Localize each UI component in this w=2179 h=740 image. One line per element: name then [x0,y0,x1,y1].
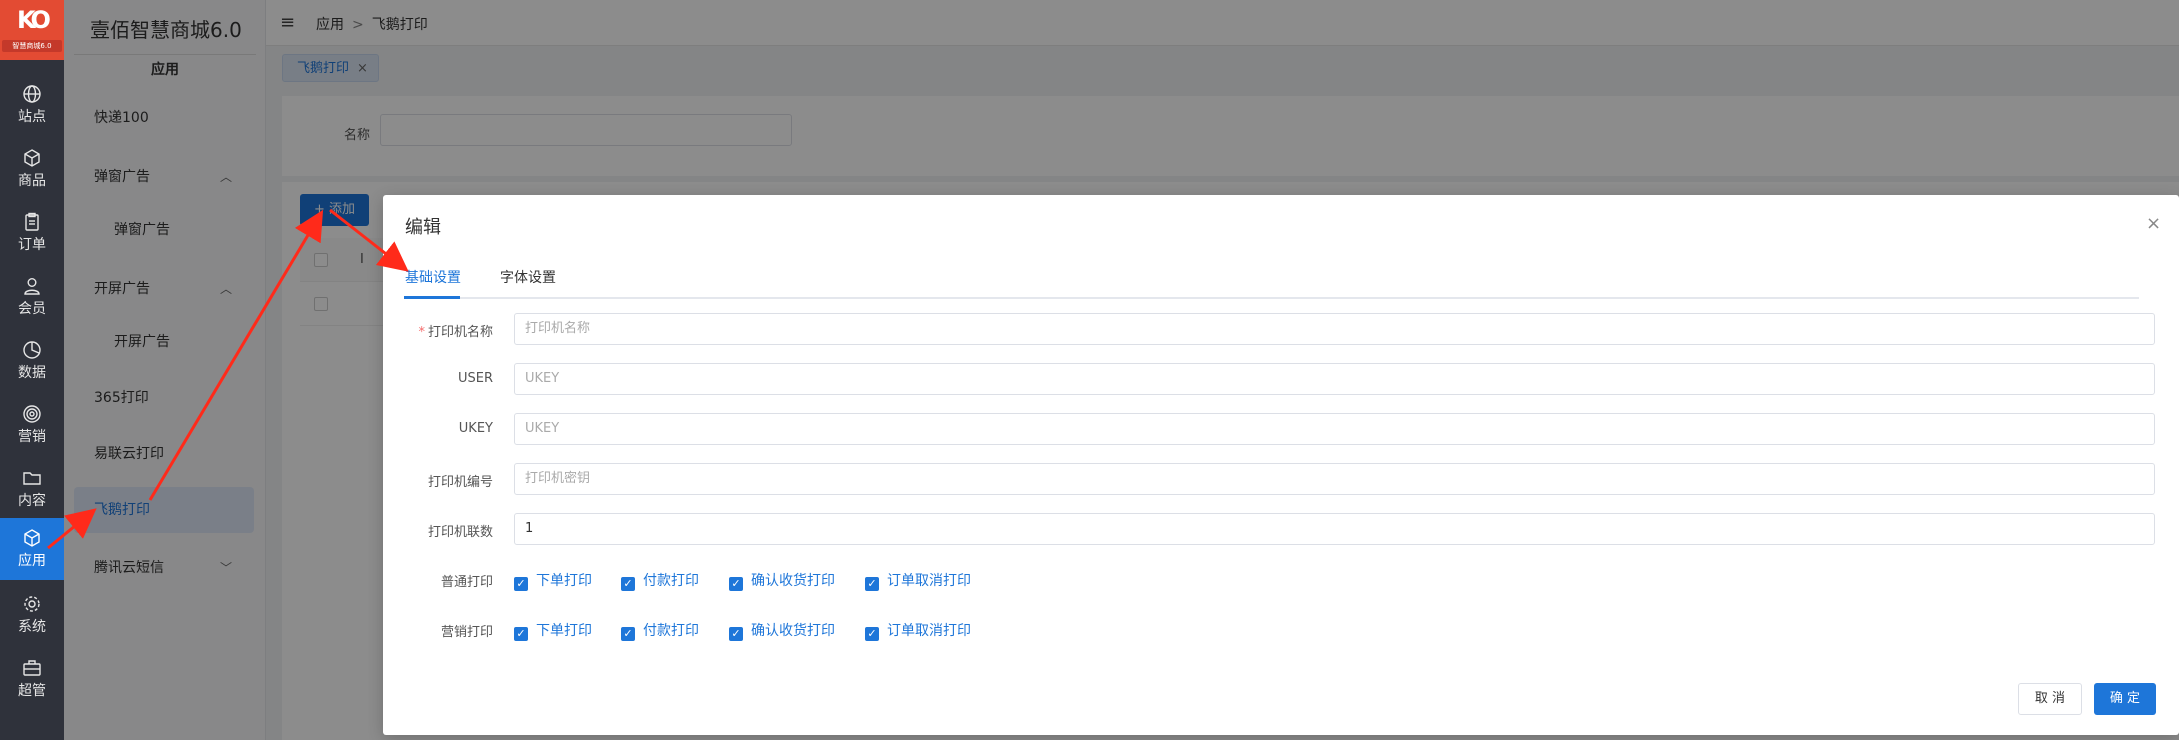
rail-item-apps[interactable]: 应用 [0,518,64,580]
tab-basic-settings[interactable]: 基础设置 [405,267,461,287]
check-icon: ✓ [729,577,743,591]
print-copies-label: 打印机联数 [427,525,493,540]
normal-print-payment-checkbox[interactable]: ✓ 付款打印 [621,570,699,591]
check-icon: ✓ [729,627,743,641]
clipboard-icon [22,212,42,232]
app-logo[interactable]: KO 智慧商城6.0 [0,0,64,60]
rail-label: 系统 [18,619,46,635]
printer-number-placeholder: 打印机密钥 [525,471,591,486]
target-icon [22,404,42,424]
rail-item-data[interactable]: 数据 [0,330,64,392]
user-input[interactable]: UKEY [514,363,2155,395]
normal-print-cancel-checkbox[interactable]: ✓ 订单取消打印 [865,570,971,591]
check-icon: ✓ [514,577,528,591]
printer-number-label: 打印机编号 [427,475,493,490]
ukey-placeholder: UKEY [525,421,560,436]
edit-dialog: 编辑 × 基础设置 字体设置 * 打印机名称 打印机名称 USER UKEY UK… [383,195,2179,735]
tab-divider [404,297,2139,299]
required-mark: * [418,325,425,340]
normal-print-receipt-checkbox[interactable]: ✓ 确认收货打印 [729,570,835,591]
pie-chart-icon [22,340,42,360]
briefcase-icon [22,658,42,678]
rail-label: 超管 [18,683,46,699]
printer-number-input[interactable]: 打印机密钥 [514,463,2155,495]
marketing-print-label: 营销打印 [440,625,493,640]
box-icon [22,148,42,168]
rail-label: 数据 [18,365,46,381]
rail-item-members[interactable]: 会员 [0,266,64,328]
rail-label: 订单 [18,237,46,253]
marketing-print-order-checkbox[interactable]: ✓ 下单打印 [514,620,592,641]
check-icon: ✓ [621,627,635,641]
normal-print-order-checkbox[interactable]: ✓ 下单打印 [514,570,592,591]
rail-item-goods[interactable]: 商品 [0,138,64,200]
rail-label: 商品 [18,173,46,189]
cube-icon [22,528,42,548]
confirm-button[interactable]: 确 定 [2094,683,2156,715]
rail-label: 应用 [18,553,46,569]
rail-label: 内容 [18,493,46,509]
rail-label: 营销 [18,429,46,445]
normal-print-label: 普通打印 [440,575,493,590]
user-placeholder: UKEY [525,371,560,386]
tab-font-settings[interactable]: 字体设置 [500,267,556,287]
cancel-button[interactable]: 取 消 [2018,683,2082,715]
rail-item-superadmin[interactable]: 超管 [0,648,64,710]
ukey-input[interactable]: UKEY [514,413,2155,445]
user-label: USER [457,371,493,386]
check-icon: ✓ [621,577,635,591]
rail-label: 会员 [18,301,46,317]
printer-name-label: * 打印机名称 [418,325,493,340]
globe-icon [22,84,42,104]
rail-label: 站点 [18,109,46,125]
marketing-print-payment-checkbox[interactable]: ✓ 付款打印 [621,620,699,641]
marketing-print-cancel-checkbox[interactable]: ✓ 订单取消打印 [865,620,971,641]
rail-item-content[interactable]: 内容 [0,458,64,520]
user-icon [22,276,42,296]
marketing-print-receipt-checkbox[interactable]: ✓ 确认收货打印 [729,620,835,641]
logo-mark-icon: KO [17,6,51,34]
tab-active-indicator [404,296,460,299]
close-icon[interactable]: × [2146,213,2161,234]
print-copies-input[interactable]: 1 [514,513,2155,545]
gear-icon [22,594,42,614]
rail-item-orders[interactable]: 订单 [0,202,64,264]
printer-name-placeholder: 打印机名称 [525,321,591,336]
rail-item-site[interactable]: 站点 [0,74,64,136]
check-icon: ✓ [514,627,528,641]
dialog-title: 编辑 [405,217,441,238]
logo-text: 智慧商城6.0 [2,40,62,52]
check-icon: ✓ [865,577,879,591]
printer-name-input[interactable]: 打印机名称 [514,313,2155,345]
rail-item-marketing[interactable]: 营销 [0,394,64,456]
folder-icon [22,468,42,488]
ukey-label: UKEY [458,421,493,436]
rail-item-system[interactable]: 系统 [0,584,64,646]
check-icon: ✓ [865,627,879,641]
icon-rail: KO 智慧商城6.0 站点 商品 订单 会员 数据 营销 内容 应用 系统 超管 [0,0,64,740]
